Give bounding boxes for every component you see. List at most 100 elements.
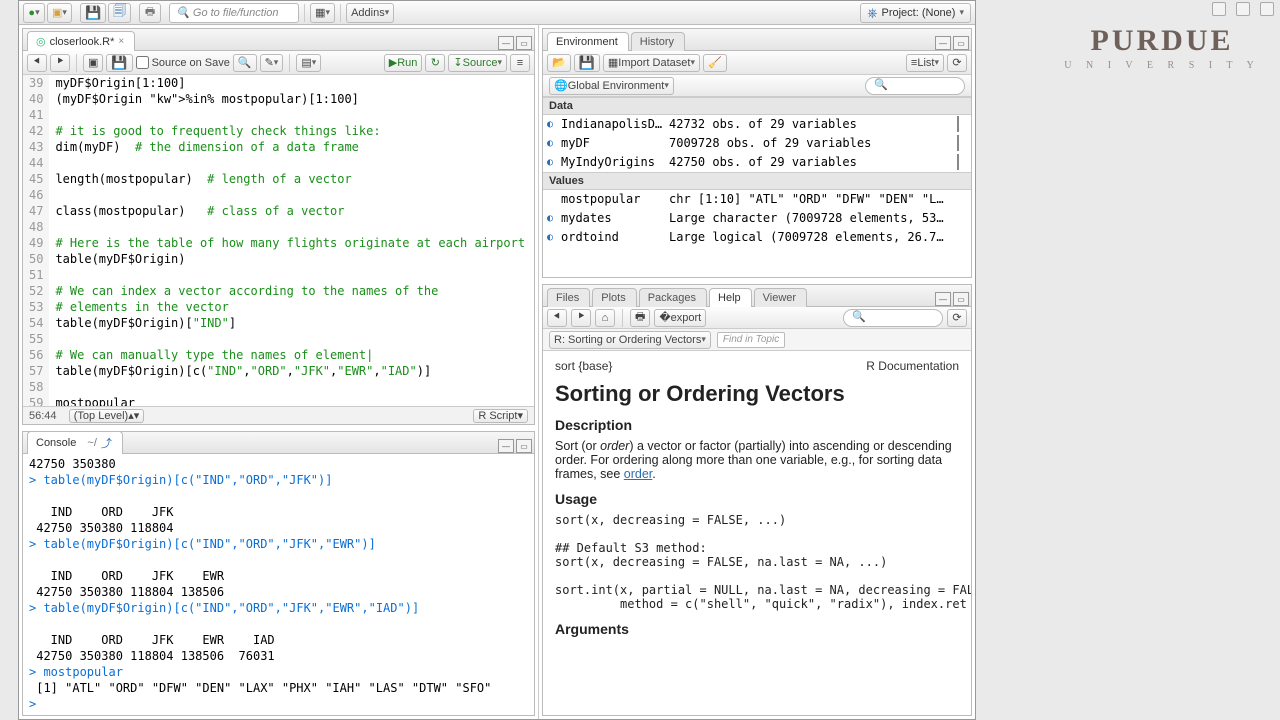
help-arguments-header: Arguments xyxy=(555,621,959,637)
forward-button[interactable]: ⯈ xyxy=(50,54,70,72)
env-row[interactable]: ◐ mydates Large character (7009728 eleme… xyxy=(543,209,971,228)
expand-icon[interactable]: ◐ xyxy=(547,153,561,172)
print-button[interactable]: 🖶 xyxy=(139,3,161,23)
source-tab-closerlook[interactable]: ◎ closerlook.R* × xyxy=(27,31,135,51)
branding-subtitle: U N I V E R S I T Y xyxy=(1062,60,1262,71)
tab-files[interactable]: Files xyxy=(547,288,590,307)
show-in-new-window-button[interactable]: ▣ xyxy=(83,54,103,72)
cursor-position: 56:44 xyxy=(29,410,57,422)
grid-icon[interactable] xyxy=(957,154,959,170)
save-all-button[interactable]: 🗐 xyxy=(108,3,131,23)
goto-file-input[interactable]: 🔍 Go to file/function xyxy=(169,3,299,23)
console-tab[interactable]: Console ~/ ⤴ xyxy=(27,431,123,454)
find-button[interactable]: 🔍 xyxy=(233,54,257,72)
os-max-button[interactable] xyxy=(1236,2,1250,16)
source-on-save-checkbox[interactable]: Source on Save xyxy=(136,56,230,69)
source-tab-label: closerlook.R* xyxy=(50,36,115,48)
grid-icon[interactable] xyxy=(957,135,959,151)
help-refresh-button[interactable]: ⟳ xyxy=(947,309,967,327)
source-button[interactable]: ↧ Source xyxy=(448,54,507,72)
env-row[interactable]: ◐ IndianapolisDe… 42732 obs. of 29 varia… xyxy=(543,115,971,134)
tools-grid-button[interactable]: ▦ xyxy=(310,3,335,23)
expand-icon[interactable]: ◐ xyxy=(547,228,561,247)
load-workspace-button[interactable]: 📂 xyxy=(547,54,571,72)
tab-help[interactable]: Help xyxy=(709,288,752,307)
source-status-bar: 56:44 (Top Level) ▴▾ R Script ▾ xyxy=(23,406,534,424)
env-row[interactable]: ◐ MyIndyOrigins 42750 obs. of 29 variabl… xyxy=(543,153,971,172)
addins-button[interactable]: Addins xyxy=(346,3,394,23)
env-row[interactable]: ◐ myDF 7009728 obs. of 29 variables xyxy=(543,134,971,153)
maximize-help-button[interactable]: ▭ xyxy=(953,292,969,306)
lang-selector[interactable]: R Script ▾ xyxy=(473,409,528,423)
goto-placeholder: Go to file/function xyxy=(193,7,279,19)
console-tab-label: Console xyxy=(36,437,76,449)
save-button[interactable]: 💾 xyxy=(80,3,106,23)
console-popout-icon[interactable]: ⤴ xyxy=(101,435,112,451)
search-icon: 🔍 xyxy=(176,6,190,19)
help-description-body: Sort (or order) a vector or factor (part… xyxy=(555,439,959,481)
maximize-pane-button[interactable]: ▭ xyxy=(516,36,532,50)
help-search-input[interactable]: 🔍 xyxy=(843,309,943,327)
save-source-button[interactable]: 💾 xyxy=(106,54,132,72)
env-values-header: Values xyxy=(543,172,971,190)
os-close-button[interactable] xyxy=(1260,2,1274,16)
order-link[interactable]: order xyxy=(624,467,653,481)
refresh-env-button[interactable]: ⟳ xyxy=(947,54,967,72)
outline-button[interactable]: ≡ xyxy=(510,54,530,72)
help-print-button[interactable]: 🖶 xyxy=(630,309,650,327)
expand-icon[interactable]: ◐ xyxy=(547,115,561,134)
help-nav: ⯇ ⯈ ⌂ 🖶 �export 🔍 ⟳ xyxy=(543,307,971,329)
wand-button[interactable]: ✎ xyxy=(260,54,284,72)
run-button[interactable]: ▶ Run xyxy=(384,54,423,72)
console-output[interactable]: 42750 350380> table(myDF$Origin)[c("IND"… xyxy=(23,454,534,715)
tab-packages[interactable]: Packages xyxy=(639,288,707,307)
source-editor[interactable]: 3940414243444546474849505152535455565758… xyxy=(23,75,534,406)
grid-icon[interactable] xyxy=(957,116,959,132)
source-tabs: ◎ closerlook.R* × — ▭ xyxy=(23,29,534,51)
list-view-button[interactable]: ≡ List xyxy=(906,54,944,72)
r-file-icon: ◎ xyxy=(36,35,46,48)
project-icon: ⎈ xyxy=(867,5,877,21)
close-icon[interactable]: × xyxy=(118,36,124,47)
console-path: ~/ xyxy=(87,437,96,449)
help-forward-button[interactable]: ⯈ xyxy=(571,309,591,327)
help-content[interactable]: sort {base} R Documentation Sorting or O… xyxy=(543,351,971,715)
env-row[interactable]: ◐ ordtoind Large logical (7009728 elemen… xyxy=(543,228,971,247)
help-doc-label: R Documentation xyxy=(866,359,959,373)
env-scope-selector[interactable]: 🌐 Global Environment xyxy=(549,77,674,95)
minimize-env-button[interactable]: — xyxy=(935,36,951,50)
minimize-pane-button[interactable]: — xyxy=(498,36,514,50)
open-file-button[interactable]: ▣ xyxy=(47,3,72,23)
expand-icon[interactable]: ◐ xyxy=(547,134,561,153)
notebook-button[interactable]: ▤ xyxy=(296,54,321,72)
help-description-header: Description xyxy=(555,417,959,433)
maximize-console-button[interactable]: ▭ xyxy=(516,439,532,453)
os-min-button[interactable] xyxy=(1212,2,1226,16)
globe-icon: 🌐 xyxy=(554,79,568,92)
project-menu[interactable]: ⎈ Project: (None) ▾ xyxy=(860,3,971,23)
help-breadcrumb[interactable]: R: Sorting or Ordering Vectors xyxy=(549,331,711,349)
save-workspace-button[interactable]: 💾 xyxy=(574,54,600,72)
scope-selector[interactable]: (Top Level) ▴▾ xyxy=(69,409,144,423)
clear-workspace-button[interactable]: 🧹 xyxy=(703,54,727,72)
help-back-button[interactable]: ⯇ xyxy=(547,309,567,327)
minimize-help-button[interactable]: — xyxy=(935,292,951,306)
tab-environment[interactable]: Environment xyxy=(547,32,629,51)
help-popout-button[interactable]: �export xyxy=(654,309,706,327)
env-row[interactable]: mostpopular chr [1:10] "ATL" "ORD" "DFW"… xyxy=(543,190,971,209)
help-title: Sorting or Ordering Vectors xyxy=(555,381,959,407)
rerun-button[interactable]: ↻ xyxy=(425,54,445,72)
help-home-button[interactable]: ⌂ xyxy=(595,309,615,327)
minimize-console-button[interactable]: — xyxy=(498,439,514,453)
import-dataset-button[interactable]: ▦ Import Dataset xyxy=(603,54,700,72)
tab-plots[interactable]: Plots xyxy=(592,288,636,307)
maximize-env-button[interactable]: ▭ xyxy=(953,36,969,50)
branding-logo: PURDUE U N I V E R S I T Y xyxy=(1062,24,1262,71)
expand-icon[interactable]: ◐ xyxy=(547,209,561,228)
find-in-topic-input[interactable]: Find in Topic xyxy=(717,332,785,348)
new-file-button[interactable]: ● xyxy=(23,3,45,23)
tab-history[interactable]: History xyxy=(631,32,685,51)
tab-viewer[interactable]: Viewer xyxy=(754,288,807,307)
env-search-input[interactable]: 🔍 xyxy=(865,77,965,95)
back-button[interactable]: ⯇ xyxy=(27,54,47,72)
